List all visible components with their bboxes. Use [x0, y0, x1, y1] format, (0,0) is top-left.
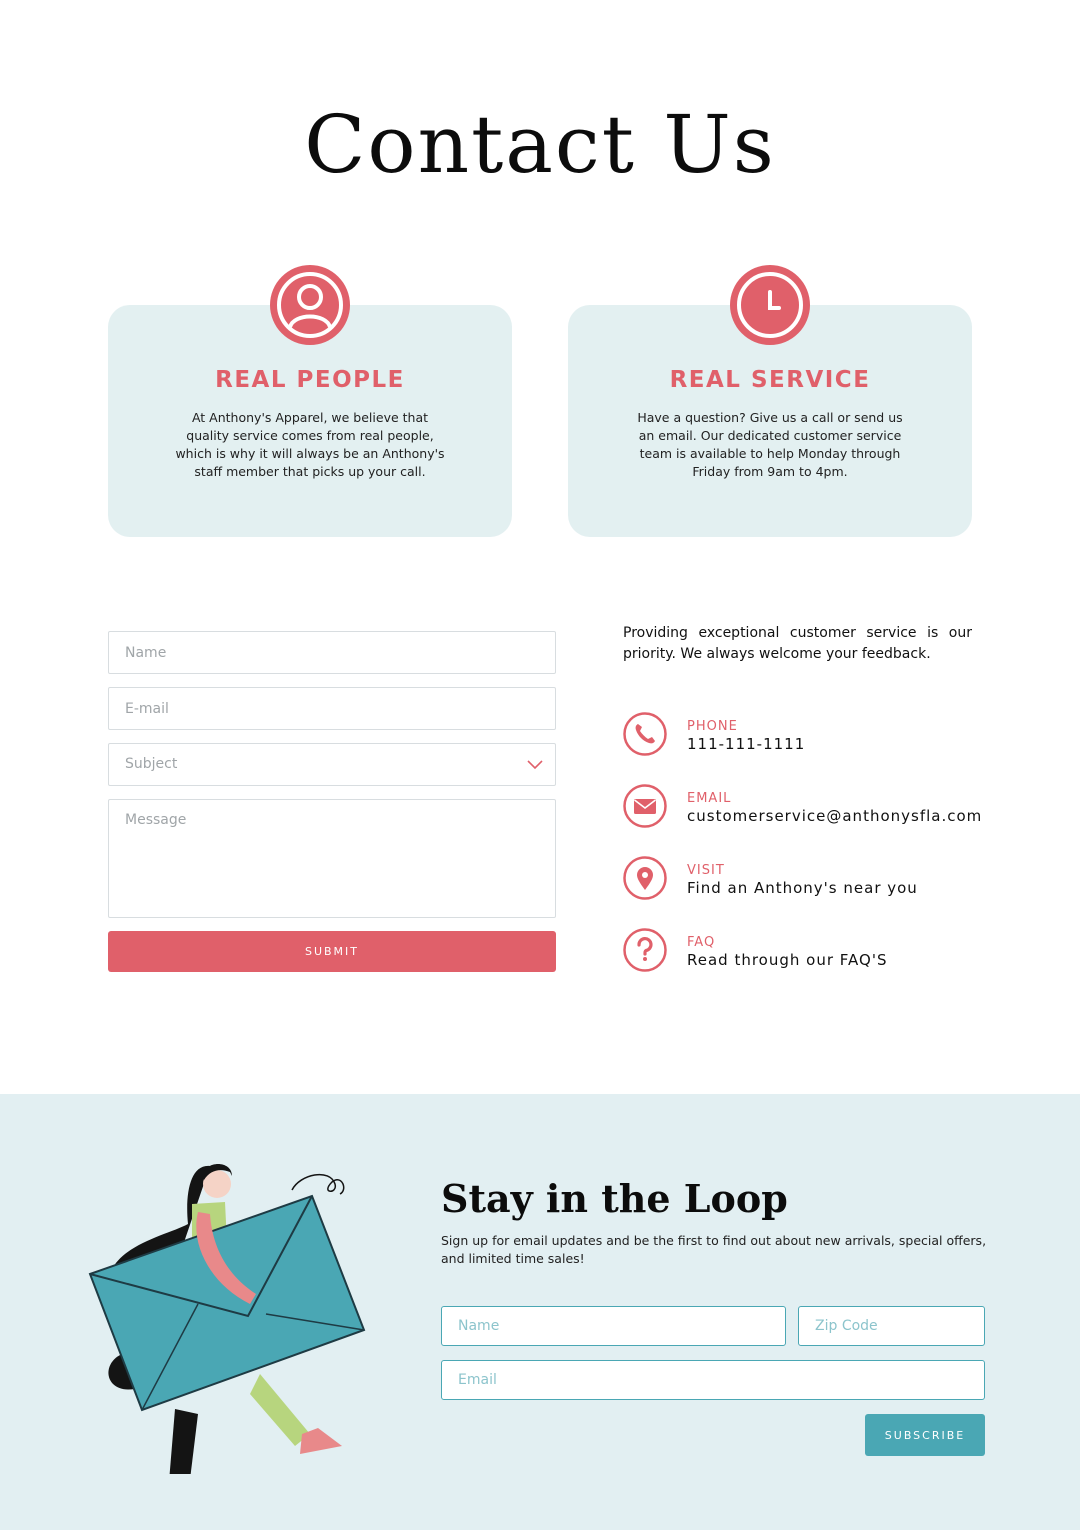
person-icon [270, 265, 350, 345]
contact-item-faq[interactable]: FAQ Read through our FAQ'S [623, 928, 1043, 974]
subscribe-button[interactable]: SUBSCRIBE [865, 1414, 985, 1456]
newsletter-email-input[interactable] [441, 1360, 985, 1400]
real-people-card: REAL PEOPLE At Anthony's Apparel, we bel… [108, 265, 512, 537]
newsletter-name-input[interactable] [441, 1306, 786, 1346]
name-input[interactable] [108, 631, 556, 674]
location-pin-icon [623, 856, 667, 900]
mail-icon [623, 784, 667, 828]
clock-icon [730, 265, 810, 345]
chevron-down-icon [527, 760, 543, 770]
contact-value: customerservice@anthonysfla.com [687, 807, 983, 825]
contact-item-email[interactable]: EMAIL customerservice@anthonysfla.com [623, 784, 1043, 830]
newsletter-title: Stay in the Loop [441, 1176, 788, 1221]
subject-select[interactable]: Subject [108, 743, 556, 786]
real-service-card: REAL SERVICE Have a question? Give us a … [568, 265, 972, 537]
contact-value: Find an Anthony's near you [687, 879, 918, 897]
card-title: REAL SERVICE [669, 367, 871, 393]
contact-item-phone[interactable]: PHONE 111-111-1111 [623, 712, 1043, 758]
question-icon [623, 928, 667, 972]
card-text: Have a question? Give us a call or send … [637, 410, 903, 479]
contact-value: Read through our FAQ'S [687, 951, 888, 969]
contact-value: 111-111-1111 [687, 735, 806, 753]
card-title: REAL PEOPLE [215, 367, 405, 393]
card-text: At Anthony's Apparel, we believe that qu… [175, 410, 445, 479]
subject-placeholder: Subject [125, 756, 178, 772]
newsletter-zip-input[interactable] [798, 1306, 985, 1346]
submit-button[interactable]: SUBMIT [108, 931, 556, 972]
contact-intro: Providing exceptional customer service i… [623, 625, 972, 662]
contact-label: FAQ [687, 935, 716, 950]
contact-label: EMAIL [687, 791, 732, 806]
newsletter-text: Sign up for email updates and be the fir… [441, 1233, 987, 1266]
woman-holding-envelope-illustration [88, 1164, 366, 1474]
phone-icon [623, 712, 667, 756]
contact-label: PHONE [687, 719, 738, 734]
page-title: Contact Us [304, 98, 776, 191]
newsletter-section: Stay in the Loop Sign up for email updat… [0, 1094, 1080, 1530]
contact-item-visit[interactable]: VISIT Find an Anthony's near you [623, 856, 1043, 902]
contact-label: VISIT [687, 863, 725, 878]
email-input[interactable] [108, 687, 556, 730]
message-textarea[interactable] [108, 799, 556, 918]
